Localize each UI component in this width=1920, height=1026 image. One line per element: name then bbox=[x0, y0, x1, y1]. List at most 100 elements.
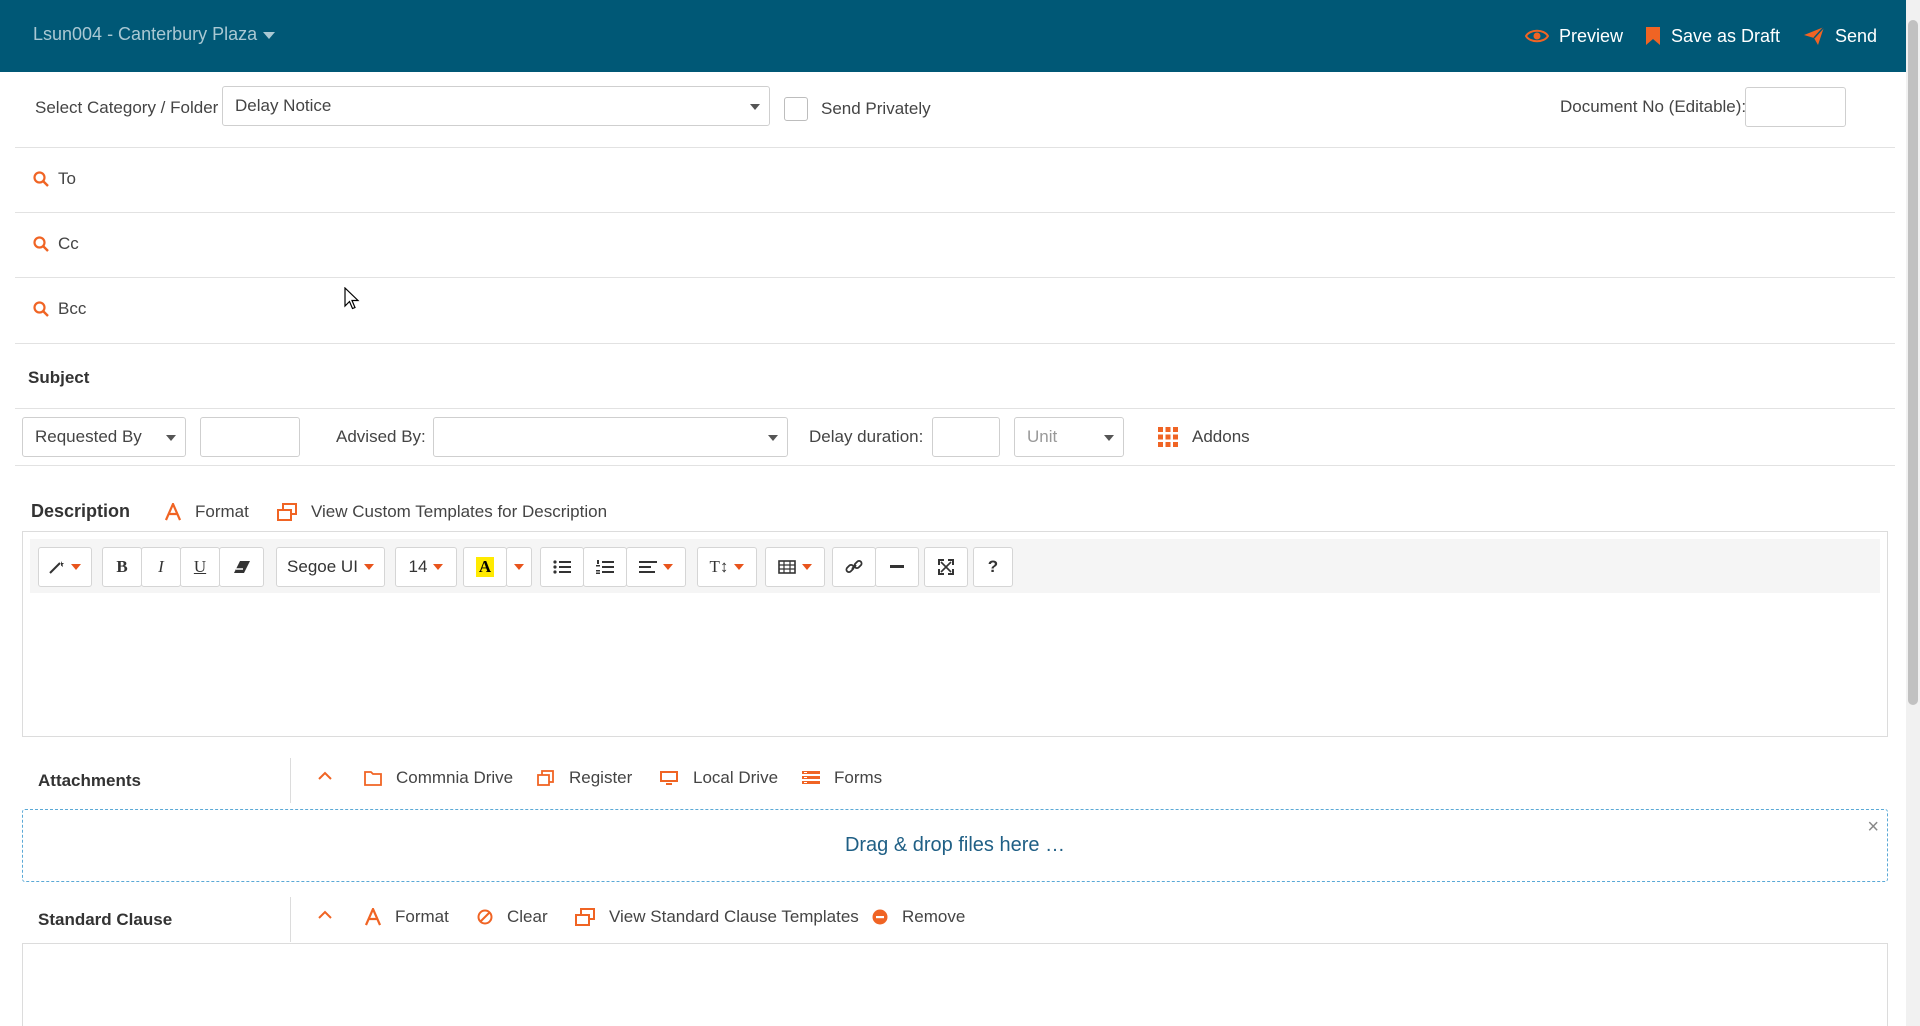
clause-remove-button[interactable]: Remove bbox=[872, 907, 965, 927]
style-button[interactable] bbox=[38, 547, 92, 587]
clear-format-button[interactable] bbox=[219, 547, 264, 587]
commnia-drive-button[interactable]: Commnia Drive bbox=[364, 768, 513, 788]
register-label: Register bbox=[569, 768, 633, 787]
divider bbox=[15, 343, 1895, 344]
eraser-icon bbox=[233, 561, 250, 573]
chevron-up-icon[interactable] bbox=[318, 771, 332, 781]
project-dropdown-icon[interactable] bbox=[263, 32, 275, 39]
requested-by-input[interactable] bbox=[200, 417, 300, 457]
link-icon bbox=[845, 560, 863, 573]
magic-wand-icon bbox=[49, 561, 64, 574]
copy-icon bbox=[537, 770, 554, 786]
addons-label: Addons bbox=[1192, 427, 1250, 446]
scrollbar-thumb[interactable] bbox=[1908, 20, 1918, 705]
category-value: Delay Notice bbox=[235, 96, 332, 115]
delay-duration-input[interactable] bbox=[932, 417, 1000, 457]
divider bbox=[290, 758, 291, 803]
preview-label: Preview bbox=[1559, 25, 1624, 46]
clause-clear-label: Clear bbox=[507, 907, 548, 926]
divider bbox=[15, 277, 1895, 278]
category-select[interactable]: Delay Notice bbox=[222, 86, 770, 126]
caret-down-icon bbox=[71, 564, 81, 570]
vertical-scrollbar[interactable] bbox=[1906, 0, 1920, 1026]
chevron-up-icon[interactable] bbox=[318, 910, 332, 920]
text-height-dropdown[interactable]: T↕ bbox=[697, 547, 757, 587]
text-height-icon: T↕ bbox=[709, 557, 729, 576]
underline-button[interactable]: U bbox=[180, 547, 220, 587]
divider bbox=[15, 212, 1895, 213]
font-size-select[interactable]: 14 bbox=[395, 547, 457, 587]
window-restore-icon bbox=[575, 908, 595, 926]
chevron-down-icon bbox=[166, 435, 176, 441]
unit-select[interactable]: Unit bbox=[1014, 417, 1124, 457]
local-drive-button[interactable]: Local Drive bbox=[659, 768, 778, 788]
divider bbox=[15, 147, 1895, 148]
clause-templates-button[interactable]: View Standard Clause Templates bbox=[575, 907, 859, 927]
register-button[interactable]: Register bbox=[537, 768, 632, 788]
highlight-button[interactable]: A bbox=[463, 547, 507, 587]
search-icon[interactable] bbox=[33, 171, 49, 187]
send-button[interactable]: Send bbox=[1803, 22, 1877, 50]
clause-remove-label: Remove bbox=[902, 907, 966, 926]
ban-icon bbox=[477, 909, 493, 925]
send-privately-checkbox[interactable] bbox=[784, 97, 808, 121]
save-draft-button[interactable]: Save as Draft bbox=[1645, 22, 1780, 50]
local-drive-label: Local Drive bbox=[693, 768, 779, 787]
attachments-title: Attachments bbox=[38, 771, 141, 790]
chevron-down-icon bbox=[750, 104, 760, 110]
clause-format-button[interactable]: Format bbox=[365, 907, 449, 927]
cc-field[interactable]: Cc bbox=[58, 234, 79, 254]
subject-field[interactable]: Subject bbox=[28, 368, 89, 388]
caret-down-icon bbox=[802, 564, 812, 570]
requested-by-select[interactable]: Requested By bbox=[22, 417, 186, 457]
preview-button[interactable]: Preview bbox=[1525, 22, 1623, 50]
divider bbox=[15, 465, 1895, 466]
numbered-list-button[interactable] bbox=[583, 547, 627, 587]
send-label: Send bbox=[1835, 25, 1878, 46]
project-name[interactable]: Lsun004 - Canterbury Plaza bbox=[33, 24, 257, 45]
bcc-field[interactable]: Bcc bbox=[58, 299, 86, 319]
table-dropdown[interactable] bbox=[765, 547, 825, 587]
font-icon bbox=[365, 908, 381, 926]
form-icon bbox=[802, 771, 820, 784]
link-button[interactable] bbox=[832, 547, 876, 587]
bullet-list-button[interactable] bbox=[540, 547, 584, 587]
align-dropdown[interactable] bbox=[626, 547, 686, 587]
font-family-select[interactable]: Segoe UI bbox=[276, 547, 385, 587]
compose-page: Lsun004 - Canterbury Plaza Preview Save … bbox=[0, 0, 1920, 1026]
description-format-label: Format bbox=[195, 502, 249, 521]
description-templates-button[interactable]: View Custom Templates for Description bbox=[277, 502, 607, 522]
list-ol-icon bbox=[596, 560, 614, 574]
standard-clause-editor[interactable] bbox=[22, 943, 1888, 1026]
minus-icon bbox=[890, 565, 904, 568]
expand-icon bbox=[938, 559, 954, 575]
commnia-drive-label: Commnia Drive bbox=[396, 768, 514, 787]
file-dropzone[interactable]: Drag & drop files here … × bbox=[22, 809, 1888, 882]
desktop-icon bbox=[660, 771, 678, 785]
horizontal-rule-button[interactable] bbox=[875, 547, 919, 587]
dropzone-text: Drag & drop files here … bbox=[844, 834, 1066, 856]
description-editor[interactable]: B I U Segoe UI 14 A T↕ ? bbox=[22, 531, 1888, 737]
fullscreen-button[interactable] bbox=[924, 547, 968, 587]
divider bbox=[290, 897, 291, 942]
italic-button[interactable]: I bbox=[141, 547, 181, 587]
editor-toolbar: B I U Segoe UI 14 A T↕ ? bbox=[30, 539, 1880, 593]
highlight-icon: A bbox=[475, 557, 495, 577]
search-icon[interactable] bbox=[33, 301, 49, 317]
document-no-input[interactable] bbox=[1745, 87, 1846, 127]
clause-clear-button[interactable]: Clear bbox=[477, 907, 548, 927]
close-icon[interactable]: × bbox=[1867, 816, 1879, 839]
highlight-color-dropdown[interactable] bbox=[506, 547, 532, 587]
table-icon bbox=[778, 560, 796, 574]
forms-label: Forms bbox=[834, 768, 883, 787]
to-field[interactable]: To bbox=[58, 169, 76, 189]
addons-button[interactable]: Addons bbox=[1158, 427, 1250, 447]
list-ul-icon bbox=[553, 560, 571, 574]
bold-button[interactable]: B bbox=[102, 547, 142, 587]
bookmark-icon bbox=[1646, 27, 1660, 45]
description-format-button[interactable]: Format bbox=[165, 502, 249, 522]
advised-by-select[interactable] bbox=[433, 417, 788, 457]
forms-button[interactable]: Forms bbox=[802, 768, 882, 788]
search-icon[interactable] bbox=[33, 236, 49, 252]
help-button[interactable]: ? bbox=[973, 547, 1013, 587]
